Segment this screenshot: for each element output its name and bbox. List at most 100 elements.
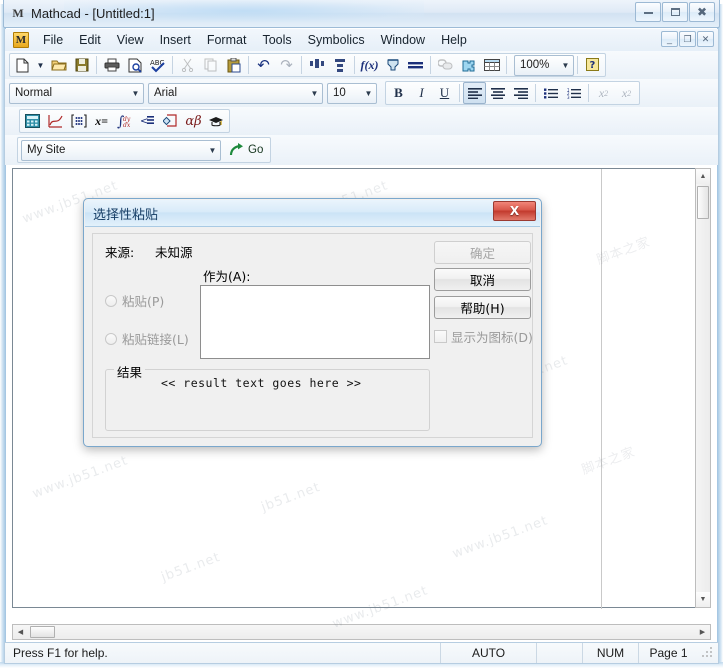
new-document-dropdown-icon[interactable]: ▼ (34, 54, 47, 76)
mdi-minimize-icon[interactable]: _ (661, 31, 678, 47)
align-across-icon[interactable] (305, 54, 328, 76)
chevron-down-icon[interactable]: ▼ (128, 84, 143, 103)
help-button[interactable]: 帮助(H) (434, 296, 531, 319)
minimize-icon[interactable] (635, 2, 661, 22)
menu-item-edit[interactable]: Edit (71, 31, 109, 49)
undo-icon[interactable]: ↶ (252, 54, 275, 76)
scroll-up-arrow-icon[interactable]: ▲ (696, 169, 710, 184)
align-left-icon[interactable] (463, 82, 486, 104)
menu-item-window[interactable]: Window (373, 31, 433, 49)
menu-item-format[interactable]: Format (199, 31, 255, 49)
insert-component-icon[interactable] (457, 54, 480, 76)
chevron-down-icon[interactable]: ▼ (361, 84, 376, 103)
paste-clipboard-icon[interactable] (222, 54, 245, 76)
calculator-icon[interactable] (21, 110, 44, 132)
symbolic-keyword-icon[interactable] (205, 110, 228, 132)
horizontal-scroll-thumb[interactable] (30, 626, 55, 638)
radio-paste-label: 粘贴(P) (122, 291, 164, 310)
as-format-listbox[interactable] (200, 285, 430, 359)
new-document-icon[interactable] (11, 54, 34, 76)
superscript-icon: x2 (592, 82, 615, 104)
font-combobox[interactable]: Arial ▼ (148, 83, 323, 104)
window-titlebar[interactable]: M Mathcad - [Untitled:1] ✖ (3, 0, 720, 28)
italic-icon[interactable]: I (410, 82, 433, 104)
calculate-icon[interactable] (404, 54, 427, 76)
align-right-icon[interactable] (509, 82, 532, 104)
open-folder-icon[interactable] (47, 54, 70, 76)
insert-unit-icon[interactable] (381, 54, 404, 76)
standard-toolbar: ▼ ABC (4, 51, 719, 79)
boolean-icon[interactable]: < (136, 110, 159, 132)
menu-item-view[interactable]: View (109, 31, 152, 49)
scroll-right-arrow-icon[interactable]: ▶ (695, 625, 710, 639)
mathcad-application-window: M Mathcad - [Untitled:1] ✖ M File Edit V… (0, 0, 723, 668)
mdi-restore-icon[interactable]: ❐ (679, 31, 696, 47)
page-boundary-line (601, 169, 602, 609)
toolbar-separator (430, 56, 431, 74)
chevron-down-icon[interactable]: ▼ (307, 84, 322, 103)
mdi-close-icon[interactable]: ✕ (697, 31, 714, 47)
format-buttons-group: B I U 123 x2 x2 (385, 81, 640, 105)
numbered-list-icon[interactable]: 123 (562, 82, 585, 104)
maximize-icon[interactable] (662, 2, 688, 22)
matrix-icon[interactable] (67, 110, 90, 132)
toolbar-separator (459, 84, 460, 102)
ok-button[interactable]: 确定 (434, 241, 531, 264)
toolbar-separator (301, 56, 302, 74)
svg-text:<: < (140, 116, 148, 127)
display-as-icon-label: 显示为图标(D) (451, 327, 533, 346)
greek-icon[interactable]: αβ (182, 110, 205, 132)
underline-icon[interactable]: U (433, 82, 456, 104)
dialog-titlebar[interactable]: 选择性粘贴 X (85, 200, 540, 227)
zoom-combobox[interactable]: 100% ▼ (514, 55, 574, 76)
chevron-down-icon[interactable]: ▼ (558, 56, 573, 75)
menu-item-tools[interactable]: Tools (254, 31, 299, 49)
insert-function-icon[interactable]: f(x) (358, 54, 381, 76)
result-text: << result text goes here >> (161, 376, 361, 390)
spell-check-icon[interactable]: ABC (146, 54, 169, 76)
vertical-scroll-thumb[interactable] (697, 186, 709, 219)
align-down-icon[interactable] (328, 54, 351, 76)
print-icon[interactable] (100, 54, 123, 76)
math-toolbar-group: x= ∫dydx < αβ (19, 109, 230, 133)
mathcad-m-icon: M (10, 6, 26, 22)
print-preview-icon[interactable] (123, 54, 146, 76)
menu-item-file[interactable]: File (35, 31, 71, 49)
style-combobox[interactable]: Normal ▼ (9, 83, 144, 104)
bold-icon[interactable]: B (387, 82, 410, 104)
font-size-combobox[interactable]: 10 ▼ (327, 83, 377, 104)
math-toolbar: x= ∫dydx < αβ (4, 107, 719, 135)
evaluation-icon[interactable]: x= (90, 110, 113, 132)
save-disk-icon[interactable] (70, 54, 93, 76)
cancel-button[interactable]: 取消 (434, 268, 531, 291)
result-groupbox: 结果 << result text goes here >> (105, 369, 430, 431)
scroll-down-arrow-icon[interactable]: ▼ (696, 592, 710, 607)
programming-icon[interactable] (159, 110, 182, 132)
menu-item-help[interactable]: Help (433, 31, 475, 49)
scroll-left-arrow-icon[interactable]: ◀ (13, 625, 28, 639)
resize-grip-icon[interactable] (700, 645, 716, 661)
dialog-close-icon[interactable]: X (493, 201, 536, 221)
document-horizontal-scrollbar[interactable]: ◀ ▶ (12, 624, 711, 640)
help-question-icon[interactable]: ? (581, 54, 604, 76)
copy-icon (199, 54, 222, 76)
menu-item-insert[interactable]: Insert (152, 31, 199, 49)
close-icon[interactable]: ✖ (689, 2, 715, 22)
align-center-icon[interactable] (486, 82, 509, 104)
status-num: NUM (582, 643, 638, 663)
document-vertical-scrollbar[interactable]: ▲ ▼ (695, 168, 711, 608)
insert-spreadsheet-icon[interactable] (480, 54, 503, 76)
graph-plot-icon[interactable] (44, 110, 67, 132)
chevron-down-icon[interactable]: ▼ (205, 141, 220, 160)
display-as-icon-checkbox[interactable]: 显示为图标(D) (434, 327, 533, 346)
go-arrow-icon[interactable] (227, 139, 247, 161)
site-combobox[interactable]: My Site ▼ (21, 140, 221, 161)
checkbox-icon[interactable] (434, 330, 447, 343)
mathcad-document-icon[interactable]: M (13, 32, 29, 48)
bullet-list-icon[interactable] (539, 82, 562, 104)
mdi-window-controls: _ ❐ ✕ (661, 31, 714, 47)
calculus-icon[interactable]: ∫dydx (113, 110, 136, 132)
go-label[interactable]: Go (248, 144, 263, 156)
menu-item-symbolics[interactable]: Symbolics (300, 31, 373, 49)
radio-paste: 粘贴(P) (105, 291, 164, 310)
